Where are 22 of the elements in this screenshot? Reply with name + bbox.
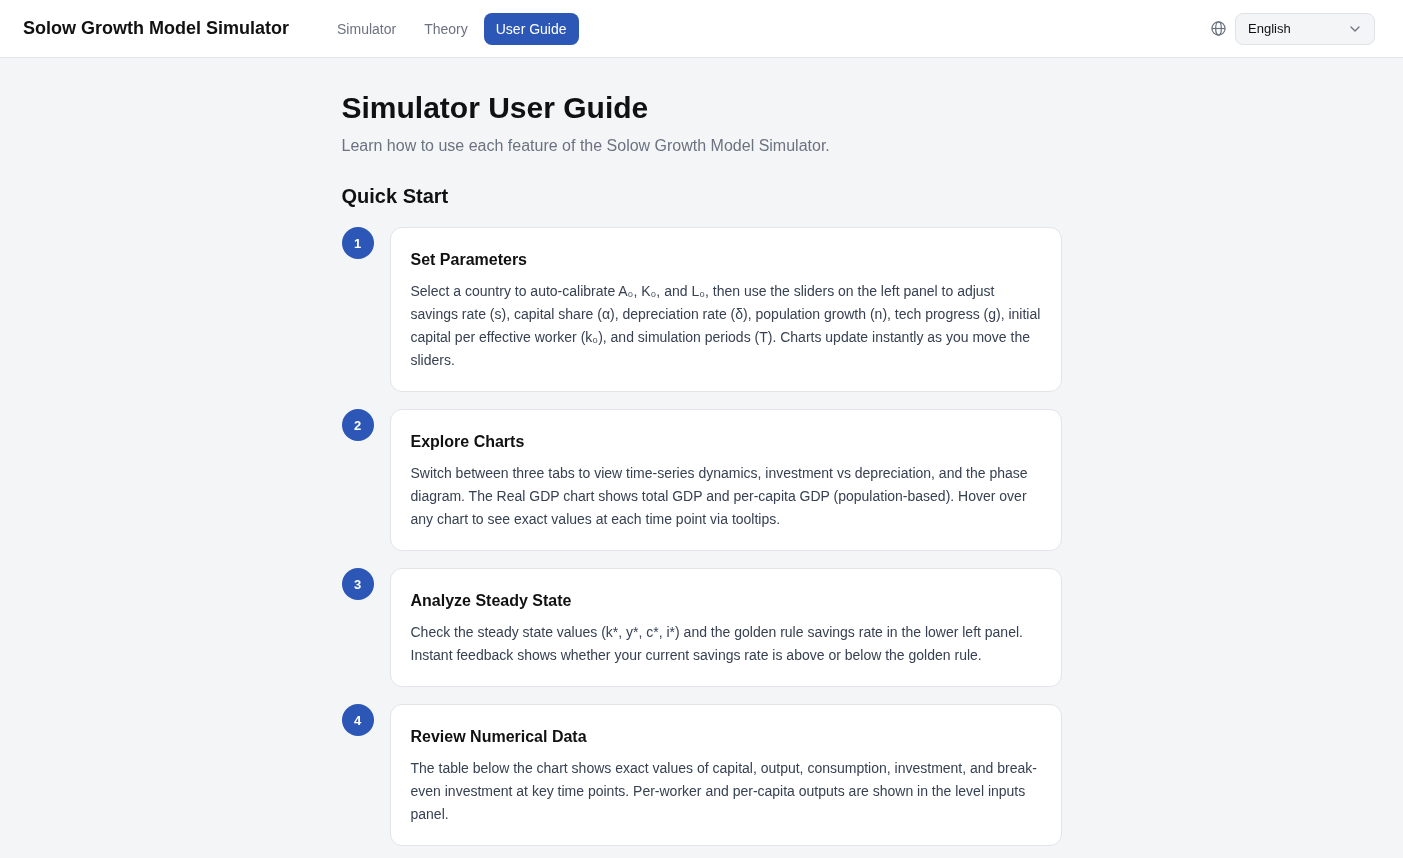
nav-tab[interactable]: Theory xyxy=(412,12,480,45)
app-title: Solow Growth Model Simulator xyxy=(23,18,289,39)
step-title: Analyze Steady State xyxy=(410,591,573,611)
step-title: Review Numerical Data xyxy=(410,727,588,747)
step-number: 2 xyxy=(341,409,374,441)
step-description: The table below the chart shows exact values of capital, output, consumption, investment, and break-even investment at key time points. Per-worker and per-capita outputs are shown in the level inputs panel. xyxy=(410,759,1038,824)
step-number: 3 xyxy=(341,568,374,600)
section-title: Quick Start xyxy=(341,184,450,209)
language-select[interactable]: English xyxy=(1235,12,1375,45)
nav-tab[interactable]: Simulator xyxy=(325,12,409,45)
step-title: Explore Charts xyxy=(410,432,526,452)
chevron-down-icon xyxy=(1350,25,1360,32)
nav-tab[interactable]: User Guide xyxy=(483,12,579,45)
step-number: 4 xyxy=(341,704,374,736)
step-description: Switch between three tabs to view time-series dynamics, investment vs depreciation, and the phase diagram. The Real GDP chart shows total GDP and per-capita GDP (population-based). Hover over any chart to see exact values at each time point via tooltips. xyxy=(410,464,1029,529)
step-title: Set Parameters xyxy=(410,250,528,270)
step-number: 1 xyxy=(341,227,374,259)
step-description: Select a country to auto-calibrate A₀, K₀, and L₀, then use the sliders on the left panel to adjust savings rate (s), capital share (α), depreciation rate (δ), population growth (n), tech progress (g), initial capital per effective worker (k₀), and simulation periods (T). Charts update instantly as you move the sliders. xyxy=(410,282,1041,370)
page-title: Simulator User Guide xyxy=(341,90,650,126)
page-subtitle: Learn how to use each feature of the Solow Growth Model Simulator. xyxy=(341,136,831,156)
step-description: Check the steady state values (k*, y*, c*, i*) and the golden rule savings rate in the lower left panel. Instant feedback shows whether your current savings rate is above or below the golden rule. xyxy=(410,623,1024,665)
globe-icon xyxy=(1211,21,1226,36)
